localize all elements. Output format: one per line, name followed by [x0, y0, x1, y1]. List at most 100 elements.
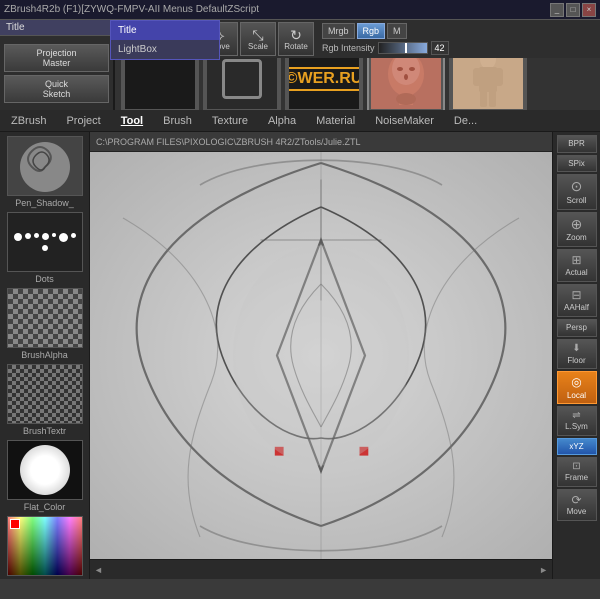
- rotate-button[interactable]: ↻ Rotate: [278, 22, 314, 56]
- dot-2: [25, 233, 31, 239]
- close-button[interactable]: ×: [582, 3, 596, 17]
- zoom-button[interactable]: ⊕ Zoom: [557, 212, 597, 247]
- tool-thumb-demohead[interactable]: DemoHead.ZTL: [367, 58, 445, 110]
- menu-more[interactable]: De...: [447, 112, 484, 130]
- menu-brush[interactable]: Brush: [156, 112, 199, 130]
- aahalf-icon: ⊟: [571, 288, 581, 302]
- aahalf-button[interactable]: ⊟ AAHalf: [557, 284, 597, 317]
- lsym-icon: ⇌: [560, 410, 594, 422]
- canvas-area: C:\PROGRAM FILES\PIXOLOGIC\ZBRUSH 4R2/ZT…: [90, 132, 552, 579]
- menu-material[interactable]: Material: [309, 112, 362, 130]
- main-area: Pen_Shadow_ Dots: [0, 132, 600, 579]
- menu-texture[interactable]: Texture: [205, 112, 255, 130]
- quick-sketch-button[interactable]: Quick Sketch: [4, 75, 109, 103]
- bpr-button[interactable]: BPR: [557, 135, 597, 153]
- minimize-button[interactable]: _: [550, 3, 564, 17]
- lsym-button[interactable]: ⇌ L.Sym: [557, 406, 597, 436]
- local-button[interactable]: ◎ Local: [557, 371, 597, 404]
- sidebar-pen-shadow: Pen_Shadow_: [4, 136, 85, 208]
- zoom-icon: ⊕: [571, 216, 583, 233]
- sidebar-brushalpha: BrushAlpha: [4, 288, 85, 360]
- demosoldier-svg: [453, 58, 523, 109]
- tool-thumb-1[interactable]: .: [121, 58, 199, 110]
- dot-5: [52, 233, 56, 237]
- maximize-button[interactable]: □: [566, 3, 580, 17]
- actual-button[interactable]: ⊞ Actual: [557, 249, 597, 282]
- spix-button[interactable]: SPix: [557, 155, 597, 173]
- frame-button[interactable]: ⊡ Frame: [557, 457, 597, 487]
- sidebar-gradient: Gradient: [4, 516, 85, 579]
- sidebar-flatcolor: Flat_Color: [4, 440, 85, 512]
- sidebar-brushtextr: BrushTextr: [4, 364, 85, 436]
- menu-tool[interactable]: Tool: [114, 112, 150, 130]
- path-bar: C:\PROGRAM FILES\PIXOLOGIC\ZBRUSH 4R2/ZT…: [90, 132, 552, 152]
- menu-noisemaker[interactable]: NoiseMaker: [368, 112, 441, 130]
- scroll-right[interactable]: ►: [539, 565, 548, 575]
- brushtextr-preview-container[interactable]: [7, 364, 83, 424]
- brushalpha-label: BrushAlpha: [21, 350, 68, 360]
- rotate-icon: ↻: [290, 28, 302, 42]
- intensity-slider[interactable]: [378, 42, 428, 54]
- flatcolor-preview-container[interactable]: [7, 440, 83, 500]
- dropdown-lightbox[interactable]: LightBox: [111, 40, 219, 59]
- floor-icon: ⬇: [572, 343, 580, 355]
- scale-label: Scale: [248, 42, 268, 51]
- m-button[interactable]: M: [387, 23, 407, 39]
- tool-thumb-imageplane[interactable]: ©WER.RU ImagePlane: [285, 58, 363, 110]
- scroll-icon: ⊙: [571, 178, 583, 195]
- pen-shadow-label: Pen_Shadow_: [15, 198, 74, 208]
- xyz-button[interactable]: xYZ: [557, 438, 597, 456]
- menu-alpha[interactable]: Alpha: [261, 112, 303, 130]
- dot-7: [71, 233, 76, 238]
- left-top-panel: Title Title LightBox Projection Master Q…: [0, 20, 115, 110]
- color-red-swatch: [10, 519, 20, 529]
- tool-thumb-img-imageplane: ©WER.RU: [289, 58, 359, 109]
- rgb-buttons-row: Mrgb Rgb M: [322, 23, 449, 39]
- menu-project[interactable]: Project: [59, 112, 107, 130]
- tool-thumb-2[interactable]: .: [203, 58, 281, 110]
- demohead-svg: [371, 58, 441, 109]
- actual-label: Actual: [565, 268, 587, 278]
- dots-container: [8, 229, 82, 255]
- right-sidebar: BPR SPix ⊙ Scroll ⊕ Zoom ⊞ Actual ⊟ AAHa…: [552, 132, 600, 579]
- menu-zbrush[interactable]: ZBrush: [4, 112, 53, 130]
- dots-preview[interactable]: [7, 212, 83, 272]
- scroll-label: Scroll: [566, 196, 586, 206]
- brushalpha-preview[interactable]: [7, 288, 83, 348]
- titlebar-buttons: _ □ ×: [550, 3, 596, 17]
- dot-6: [59, 233, 68, 242]
- scroll-left[interactable]: ◄: [94, 565, 103, 575]
- intensity-value: 42: [431, 41, 449, 55]
- dot-3: [34, 233, 39, 238]
- inner-ellipse: [233, 246, 409, 466]
- actual-icon: ⊞: [571, 253, 581, 267]
- brushalpha-img: [8, 289, 82, 347]
- rotate-label: Rotate: [284, 42, 308, 51]
- move-right-icon: ⟳: [560, 493, 594, 507]
- left-sidebar: Pen_Shadow_ Dots: [0, 132, 90, 579]
- rgb-controls: Mrgb Rgb M Rgb Intensity 42: [322, 23, 449, 55]
- brushtextr-label: BrushTextr: [23, 426, 66, 436]
- scroll-button[interactable]: ⊙ Scroll: [557, 174, 597, 209]
- intensity-row: Rgb Intensity 42: [322, 41, 449, 55]
- mrgb-button[interactable]: Mrgb: [322, 23, 355, 39]
- title-label[interactable]: Title: [0, 20, 113, 36]
- projection-master-button[interactable]: Projection Master: [4, 44, 109, 72]
- dropdown-title[interactable]: Title: [111, 21, 219, 40]
- pen-shadow-preview[interactable]: [7, 136, 83, 196]
- tools-row: . . ©WER.RU ImagePlane: [115, 58, 600, 110]
- tool-thumb-demosoldier[interactable]: DemoSoldier.ZTL: [449, 58, 527, 110]
- cwer-logo: ©WER.RU: [289, 67, 359, 91]
- move-right-button[interactable]: ⟳ Move: [557, 489, 597, 521]
- dot-4: [42, 233, 49, 240]
- floor-label: Floor: [567, 356, 585, 366]
- tool-thumb-img-demosoldier: [453, 58, 523, 109]
- color-picker[interactable]: [7, 516, 83, 576]
- scale-button[interactable]: ⤡ Scale: [240, 22, 276, 56]
- floor-button[interactable]: ⬇ Floor: [557, 339, 597, 370]
- rgb-button[interactable]: Rgb: [357, 23, 386, 39]
- canvas-viewport[interactable]: [90, 152, 552, 559]
- persp-button[interactable]: Persp: [557, 319, 597, 337]
- dots-label: Dots: [35, 274, 54, 284]
- scale-icon: ⤡: [252, 28, 263, 42]
